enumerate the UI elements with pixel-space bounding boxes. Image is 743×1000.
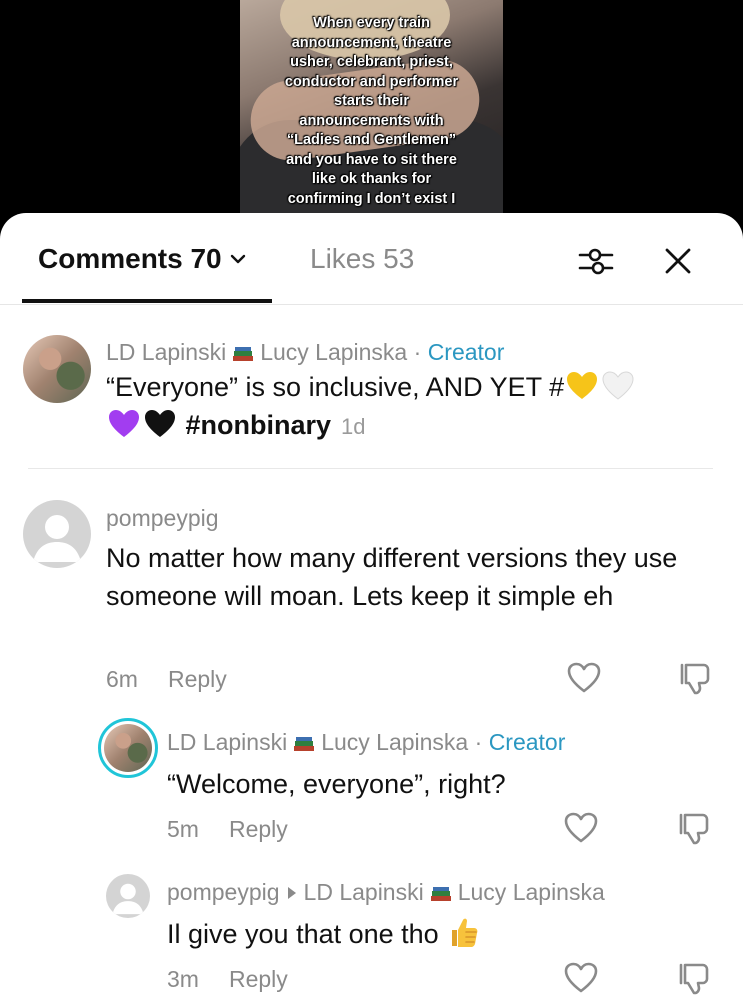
books-emoji xyxy=(430,881,452,901)
thumbs-up-emoji xyxy=(452,918,478,947)
comment-author[interactable]: pompeypig LD Lapinski Lucy Lapinska xyxy=(167,879,605,906)
comment-timestamp: 6m xyxy=(106,666,138,692)
comment-text: “Everyone” is so inclusive, AND YET # #n… xyxy=(106,368,706,446)
avatar xyxy=(104,724,152,772)
books-emoji xyxy=(232,341,254,361)
creator-comment: LD Lapinski Lucy Lapinska · Creator “Ever… xyxy=(0,304,743,464)
filter-icon xyxy=(578,248,614,275)
comment-meta: 5m Reply xyxy=(167,816,288,843)
filter-button[interactable] xyxy=(576,241,616,281)
comment-text: Il give you that one tho xyxy=(167,915,707,953)
heart-icon[interactable] xyxy=(566,660,602,696)
creator-badge: Creator xyxy=(427,339,505,365)
dislike-icon[interactable] xyxy=(678,660,714,696)
close-icon xyxy=(665,248,691,274)
divider xyxy=(28,468,713,469)
comments-sheet: Comments 70 Likes 53 LD Lapinski Lucy Lap… xyxy=(0,213,743,1000)
video-caption: When every train announcement, theatre u… xyxy=(284,15,459,207)
comment-author[interactable]: pompeypig xyxy=(106,505,219,532)
reply-item: LD Lapinski Lucy Lapinska · Creator “Welc… xyxy=(0,713,743,853)
heart-icon[interactable] xyxy=(563,960,599,996)
author-display-name: Lucy Lapinska xyxy=(321,729,469,755)
reply-item: pompeypig LD Lapinski Lucy Lapinska Il giv… xyxy=(0,863,743,1000)
tab-comments[interactable]: Comments 70 xyxy=(38,243,246,275)
comment-text-part1: “Everyone” is so inclusive, AND YET # xyxy=(106,372,565,402)
comment-timestamp: 5m xyxy=(167,816,199,842)
creator-badge: Creator xyxy=(488,729,566,755)
author-name: LD Lapinski xyxy=(167,729,288,755)
tab-likes[interactable]: Likes 53 xyxy=(310,243,414,275)
comment-meta: 3m Reply xyxy=(167,966,288,993)
hashtag-nonbinary[interactable]: #nonbinary xyxy=(186,410,332,440)
chevron-down-icon xyxy=(230,254,245,264)
active-tab-indicator xyxy=(22,299,272,303)
author-name: LD Lapinski xyxy=(106,339,227,365)
reply-button[interactable]: Reply xyxy=(229,966,288,993)
reply-to-display-name: Lucy Lapinska xyxy=(457,879,605,905)
reply-to-name: LD Lapinski xyxy=(303,879,424,905)
tab-comments-label: Comments 70 xyxy=(38,243,222,274)
video-thumbnail[interactable]: When every train announcement, theatre u… xyxy=(240,0,503,230)
comment-text-body: Il give you that one tho xyxy=(167,919,439,949)
books-emoji xyxy=(293,731,315,751)
comment-text: “Welcome, everyone”, right? xyxy=(167,769,506,799)
dislike-icon[interactable] xyxy=(677,810,713,846)
author-name: pompeypig xyxy=(167,879,280,905)
black-heart-emoji xyxy=(145,410,175,437)
avatar[interactable] xyxy=(23,500,91,568)
reply-button[interactable]: Reply xyxy=(229,816,288,843)
comment-author[interactable]: LD Lapinski Lucy Lapinska · Creator xyxy=(106,339,504,366)
tab-bar: Comments 70 Likes 53 xyxy=(0,213,743,305)
comment-author[interactable]: LD Lapinski Lucy Lapinska · Creator xyxy=(167,729,565,756)
heart-icon[interactable] xyxy=(563,810,599,846)
comment-timestamp: 3m xyxy=(167,966,199,992)
avatar-story-ring[interactable] xyxy=(98,718,158,778)
video-area[interactable]: When every train announcement, theatre u… xyxy=(0,0,743,230)
comment-meta: 6m Reply xyxy=(106,666,227,693)
reply-button[interactable]: Reply xyxy=(168,666,227,693)
dislike-icon[interactable] xyxy=(677,960,713,996)
default-avatar-icon xyxy=(112,883,144,915)
purple-heart-emoji xyxy=(109,410,139,437)
default-avatar-icon xyxy=(33,515,81,562)
comment-timestamp: 1d xyxy=(341,414,366,439)
white-heart-emoji xyxy=(602,371,634,400)
reply-arrow-icon xyxy=(287,887,296,900)
comment-text: No matter how many different versions th… xyxy=(106,543,678,611)
author-display-name: Lucy Lapinska xyxy=(260,339,408,365)
close-button[interactable] xyxy=(658,241,698,281)
avatar[interactable] xyxy=(106,874,150,918)
yellow-heart-emoji xyxy=(567,372,598,399)
avatar[interactable] xyxy=(23,335,91,403)
